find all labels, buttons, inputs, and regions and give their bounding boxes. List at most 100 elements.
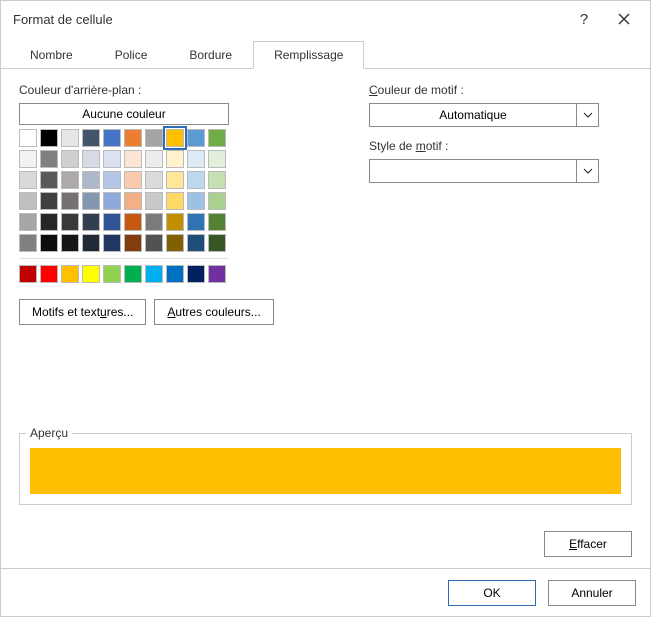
color-swatch[interactable] [82,129,100,147]
color-swatch[interactable] [208,265,226,283]
pattern-color-label: Couleur de motif : [369,83,632,97]
clear-button[interactable]: Effacer [544,531,632,557]
color-swatch[interactable] [40,265,58,283]
color-swatch[interactable] [82,171,100,189]
color-swatch[interactable] [145,234,163,252]
color-swatch[interactable] [187,129,205,147]
close-button[interactable] [604,1,644,37]
fill-effects-button[interactable]: Motifs et textures... [19,299,146,325]
color-swatch[interactable] [166,129,184,147]
color-swatch[interactable] [166,150,184,168]
color-swatch[interactable] [19,213,37,231]
color-swatch[interactable] [166,192,184,210]
preview-legend: Aperçu [26,426,72,440]
color-swatch[interactable] [40,234,58,252]
right-column: Couleur de motif : Automatique Style de … [369,83,632,325]
pattern-style-combo[interactable] [369,159,599,183]
close-icon [618,13,630,25]
color-swatch[interactable] [208,129,226,147]
color-swatch[interactable] [187,265,205,283]
tab-strip: Nombre Police Bordure Remplissage [1,37,650,69]
color-swatch[interactable] [208,234,226,252]
color-swatch[interactable] [103,213,121,231]
color-swatch[interactable] [82,150,100,168]
color-swatch[interactable] [145,192,163,210]
color-swatch[interactable] [208,192,226,210]
tab-font[interactable]: Police [94,41,169,68]
color-swatch[interactable] [145,213,163,231]
color-swatch[interactable] [187,213,205,231]
color-swatch[interactable] [166,171,184,189]
color-swatch[interactable] [61,265,79,283]
color-swatch[interactable] [124,129,142,147]
pattern-color-combo[interactable]: Automatique [369,103,599,127]
color-swatch[interactable] [19,192,37,210]
color-swatch[interactable] [166,265,184,283]
pattern-color-value: Automatique [370,108,576,122]
color-swatch[interactable] [145,171,163,189]
color-swatch[interactable] [19,171,37,189]
cancel-button[interactable]: Annuler [548,580,636,606]
color-swatch[interactable] [124,171,142,189]
color-swatch[interactable] [208,213,226,231]
color-swatch[interactable] [103,129,121,147]
color-swatch[interactable] [103,265,121,283]
color-swatch[interactable] [145,129,163,147]
chevron-down-icon [576,104,598,126]
color-swatch[interactable] [124,213,142,231]
palette-divider [19,258,229,259]
color-swatch[interactable] [61,150,79,168]
color-swatch[interactable] [166,234,184,252]
color-swatch[interactable] [103,171,121,189]
tab-fill[interactable]: Remplissage [253,41,364,69]
color-swatch[interactable] [187,234,205,252]
dialog-title: Format de cellule [13,12,564,27]
color-swatch[interactable] [61,213,79,231]
color-swatch[interactable] [82,265,100,283]
color-swatch[interactable] [187,150,205,168]
color-swatch[interactable] [61,234,79,252]
tab-border[interactable]: Bordure [168,41,253,68]
fill-effects-label: Motifs et textures... [32,305,133,319]
color-swatch[interactable] [208,171,226,189]
ok-button[interactable]: OK [448,580,536,606]
color-swatch[interactable] [145,150,163,168]
color-swatch[interactable] [124,150,142,168]
color-swatch[interactable] [40,150,58,168]
color-swatch[interactable] [166,213,184,231]
bg-color-label: Couleur d'arrière-plan : [19,83,329,97]
color-swatch[interactable] [124,192,142,210]
color-swatch[interactable] [19,234,37,252]
color-swatch[interactable] [187,192,205,210]
color-swatch[interactable] [19,129,37,147]
color-swatch[interactable] [208,150,226,168]
color-swatch[interactable] [82,234,100,252]
more-colors-button[interactable]: Autres couleurs... [154,299,273,325]
preview-swatch [30,448,621,494]
color-swatch[interactable] [19,150,37,168]
clear-label: Effacer [569,537,607,551]
color-swatch[interactable] [61,129,79,147]
color-swatch[interactable] [82,192,100,210]
color-swatch[interactable] [124,234,142,252]
color-swatch[interactable] [40,171,58,189]
chevron-down-icon [576,160,598,182]
color-swatch[interactable] [82,213,100,231]
color-swatch[interactable] [103,150,121,168]
more-colors-label: Autres couleurs... [167,305,260,319]
color-swatch[interactable] [61,192,79,210]
color-swatch[interactable] [145,265,163,283]
color-swatch[interactable] [40,129,58,147]
color-swatch[interactable] [19,265,37,283]
no-color-button[interactable]: Aucune couleur [19,103,229,125]
standard-color-palette [19,265,229,283]
color-swatch[interactable] [187,171,205,189]
color-swatch[interactable] [103,234,121,252]
color-swatch[interactable] [40,213,58,231]
help-button[interactable]: ? [564,1,604,37]
color-swatch[interactable] [61,171,79,189]
color-swatch[interactable] [124,265,142,283]
color-swatch[interactable] [103,192,121,210]
color-swatch[interactable] [40,192,58,210]
tab-number[interactable]: Nombre [9,41,94,68]
